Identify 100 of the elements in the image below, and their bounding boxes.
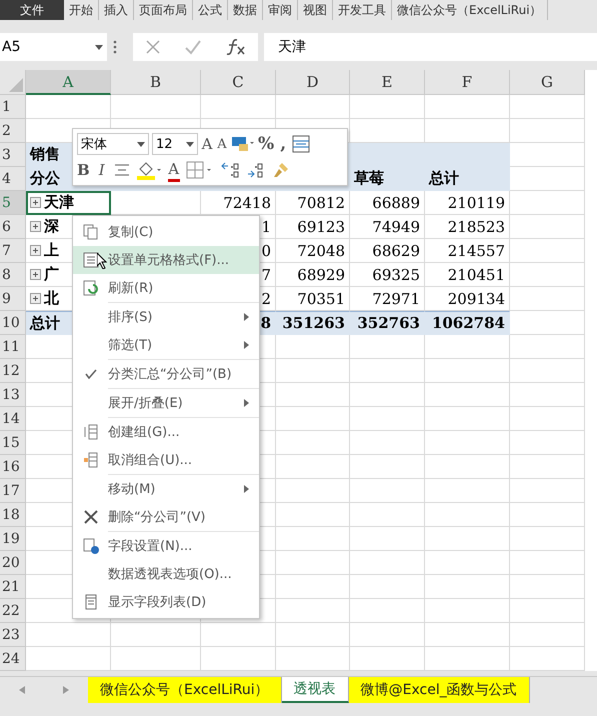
format-button[interactable]: ,: [277, 134, 290, 154]
expand-icon[interactable]: [30, 197, 41, 208]
row-header[interactable]: 1: [0, 95, 26, 119]
field-list-icon: [84, 594, 96, 610]
function-icon[interactable]: [224, 38, 246, 56]
menu-item[interactable]: 显示字段列表(D): [73, 588, 259, 616]
row-header[interactable]: 11: [0, 335, 26, 359]
menu-item[interactable]: 字段设置(N)...: [73, 532, 259, 560]
row-header[interactable]: 22: [0, 599, 26, 623]
row-header[interactable]: 19: [0, 527, 26, 551]
menu-item[interactable]: 展开/折叠(E): [73, 389, 259, 417]
row-header[interactable]: 14: [0, 407, 26, 431]
table-cell: 1062784: [425, 311, 510, 335]
fill-color-icon[interactable]: [136, 160, 162, 180]
row-header[interactable]: 24: [0, 647, 26, 671]
menu-item[interactable]: 删除“分公司”(V): [73, 503, 259, 531]
font-color-button[interactable]: A: [168, 158, 180, 182]
row-header[interactable]: 21: [0, 575, 26, 599]
font-size-field[interactable]: 12: [152, 133, 198, 155]
sheet-tab[interactable]: 透视表: [282, 677, 349, 703]
dropdown-caret-icon[interactable]: [95, 44, 103, 50]
ribbon-tab[interactable]: 开发工具: [333, 0, 392, 20]
row-header[interactable]: 13: [0, 383, 26, 407]
column-header[interactable]: C: [201, 70, 276, 95]
column-header[interactable]: E: [350, 70, 425, 95]
accounting-icon[interactable]: [231, 135, 255, 153]
table-cell: 218523: [425, 215, 510, 239]
menu-item[interactable]: 筛选(T): [73, 331, 259, 359]
ribbon-tab[interactable]: 页面布局: [134, 0, 193, 20]
table-cell: 70351: [276, 287, 350, 311]
ribbon-tab[interactable]: 视图: [298, 0, 333, 20]
expand-icon[interactable]: [30, 293, 41, 304]
menu-item[interactable]: 排序(S): [73, 303, 259, 331]
ribbon-tab[interactable]: 审阅: [263, 0, 298, 20]
row-header[interactable]: 16: [0, 455, 26, 479]
ribbon-tab[interactable]: 数据: [228, 0, 263, 20]
format-button[interactable]: %: [258, 134, 274, 154]
table-cell: 总计: [425, 167, 510, 191]
ribbon-tab[interactable]: 公式: [193, 0, 228, 20]
table-cell: 66889: [350, 191, 425, 215]
ungroup-icon: [82, 452, 98, 468]
row-header[interactable]: 3: [0, 143, 26, 167]
row-header[interactable]: 8: [0, 263, 26, 287]
cell-text: 深: [44, 217, 59, 236]
ribbon-tab[interactable]: 微信公众号（ExcelLiRui）: [392, 0, 548, 20]
menu-item[interactable]: 移动(M): [73, 475, 259, 503]
row-header[interactable]: 23: [0, 623, 26, 647]
grow-font-button[interactable]: A: [201, 134, 213, 154]
expand-icon[interactable]: [30, 221, 41, 232]
column-header[interactable]: D: [276, 70, 350, 95]
row-header[interactable]: 7: [0, 239, 26, 263]
column-header[interactable]: B: [111, 70, 201, 95]
menu-item[interactable]: 分类汇总“分公司”(B): [73, 360, 259, 388]
row-header[interactable]: 10: [0, 311, 26, 335]
sheet-tab[interactable]: 微博@Excel_函数与公式: [348, 677, 530, 703]
table-cell: 69123: [276, 215, 350, 239]
row-header[interactable]: 6: [0, 215, 26, 239]
shrink-font-button[interactable]: A: [216, 134, 228, 154]
menu-item[interactable]: 创建组(G)...: [73, 418, 259, 446]
table-cell: 68629: [350, 239, 425, 263]
table-cell: 74949: [350, 215, 425, 239]
ribbon-tab[interactable]: 开始: [64, 0, 99, 20]
row-header[interactable]: 5: [0, 191, 26, 215]
name-box[interactable]: A5: [0, 33, 107, 61]
check-icon[interactable]: [184, 39, 202, 55]
table-cell: 69325: [350, 263, 425, 287]
menu-item[interactable]: 刷新(R): [73, 274, 259, 302]
row-header[interactable]: 9: [0, 287, 26, 311]
column-header[interactable]: A: [26, 70, 111, 95]
wrap-icon[interactable]: [292, 135, 310, 153]
column-header[interactable]: G: [510, 70, 585, 95]
increase-decimal-icon[interactable]: [220, 161, 240, 179]
font-name-field[interactable]: 宋体: [77, 133, 149, 155]
sheet-tab[interactable]: 微信公众号（ExcelLiRui）: [88, 677, 282, 703]
row-header[interactable]: 4: [0, 167, 26, 191]
table-cell: 草莓: [350, 167, 425, 191]
cell-text: 天津: [44, 193, 74, 212]
refresh-icon: [82, 280, 98, 296]
align-center-icon[interactable]: [114, 163, 130, 177]
table-cell: 72971: [350, 287, 425, 311]
menu-item[interactable]: 设置单元格格式(F)...: [73, 246, 259, 274]
row-header[interactable]: 18: [0, 503, 26, 527]
ribbon-tab[interactable]: 文件: [0, 0, 64, 20]
menu-item[interactable]: 复制(C): [73, 218, 259, 246]
table-cell: 210119: [425, 191, 510, 215]
column-header[interactable]: F: [425, 70, 510, 95]
expand-icon[interactable]: [30, 269, 41, 280]
menu-item[interactable]: 取消组合(U)...: [73, 446, 259, 474]
row-header[interactable]: 15: [0, 431, 26, 455]
expand-icon[interactable]: [30, 245, 41, 256]
row-header[interactable]: 12: [0, 359, 26, 383]
cell-text: 广: [44, 265, 59, 284]
row-header[interactable]: 17: [0, 479, 26, 503]
row-header[interactable]: 20: [0, 551, 26, 575]
borders-icon[interactable]: [186, 161, 214, 179]
formula-field[interactable]: 天津: [264, 33, 597, 61]
cell-text: 北: [44, 289, 59, 308]
menu-item[interactable]: 数据透视表选项(O)...: [73, 560, 259, 588]
row-header[interactable]: 2: [0, 119, 26, 143]
ribbon-tab[interactable]: 插入: [99, 0, 134, 20]
